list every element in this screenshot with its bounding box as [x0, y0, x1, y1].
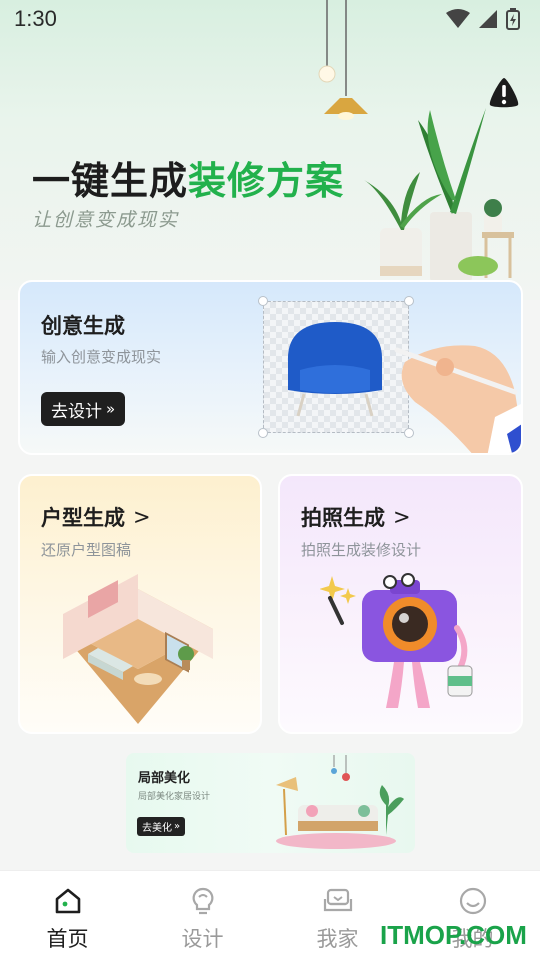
sofa-room-illustration: [276, 755, 404, 849]
home-icon: [55, 888, 80, 914]
hero-title-main: 一键生成: [32, 159, 189, 203]
crop-handle: [404, 296, 414, 306]
floorplan-card-desc: 还原户型图稿: [41, 541, 132, 559]
beautify-desc: 局部美化家居设计: [138, 792, 211, 802]
hero-subtitle: 让创意变成现实: [32, 209, 180, 231]
double-chevron-icon: »: [174, 821, 181, 832]
go-design-label: 去设计: [51, 401, 102, 422]
double-chevron-icon: »: [106, 400, 116, 418]
status-time: 1:30: [14, 6, 57, 31]
crop-handle: [258, 296, 268, 306]
photo-card-title-text: 拍照生成: [301, 506, 385, 530]
photo-card-desc: 拍照生成装修设计: [301, 541, 422, 559]
tab-design-label: 设计: [181, 927, 224, 951]
warning-icon[interactable]: [487, 77, 521, 109]
hand-pen-illustration: [394, 345, 521, 453]
go-beautify-label: 去美化: [142, 823, 172, 834]
lightbulb-icon: [192, 887, 213, 915]
smiley-icon: [459, 887, 486, 915]
creative-generate-card[interactable]: 创意生成 输入创意变成现实 去设计 »: [18, 280, 523, 455]
watermark-text: ITMOP.COM: [380, 920, 527, 950]
chevron-right-icon: >: [133, 505, 151, 529]
floorplan-generate-card[interactable]: 户型生成 > 还原户型图稿: [18, 474, 262, 734]
tab-myhome-label: 我家: [316, 927, 359, 951]
crop-handle: [258, 428, 268, 438]
chevron-right-icon: >: [393, 505, 411, 529]
tab-home[interactable]: 首页: [0, 871, 135, 960]
floorplan-card-title: 户型生成 >: [41, 502, 151, 532]
camera-character-illustration: [320, 573, 473, 708]
hero-title-accent: 装修方案: [188, 159, 345, 203]
floorplan-card-title-text: 户型生成: [41, 506, 125, 530]
hero-illustration: [318, 0, 514, 282]
go-design-button[interactable]: 去设计 »: [41, 392, 126, 426]
tab-design[interactable]: 设计: [135, 871, 270, 960]
creative-card-title: 创意生成: [41, 314, 125, 338]
isometric-room-illustration: [63, 574, 213, 724]
hero-title: 一键生成装修方案: [32, 150, 344, 205]
sofa-icon: [323, 888, 352, 912]
local-beautify-banner[interactable]: 局部美化 局部美化家居设计 去美化 »: [126, 753, 415, 853]
go-beautify-button[interactable]: 去美化 »: [137, 817, 186, 836]
tab-home-label: 首页: [46, 927, 89, 951]
photo-card-title: 拍照生成 >: [301, 502, 411, 532]
beautify-title: 局部美化: [138, 771, 191, 786]
photo-generate-card[interactable]: 拍照生成 > 拍照生成装修设计: [278, 474, 523, 734]
creative-card-desc: 输入创意变成现实: [41, 348, 162, 366]
